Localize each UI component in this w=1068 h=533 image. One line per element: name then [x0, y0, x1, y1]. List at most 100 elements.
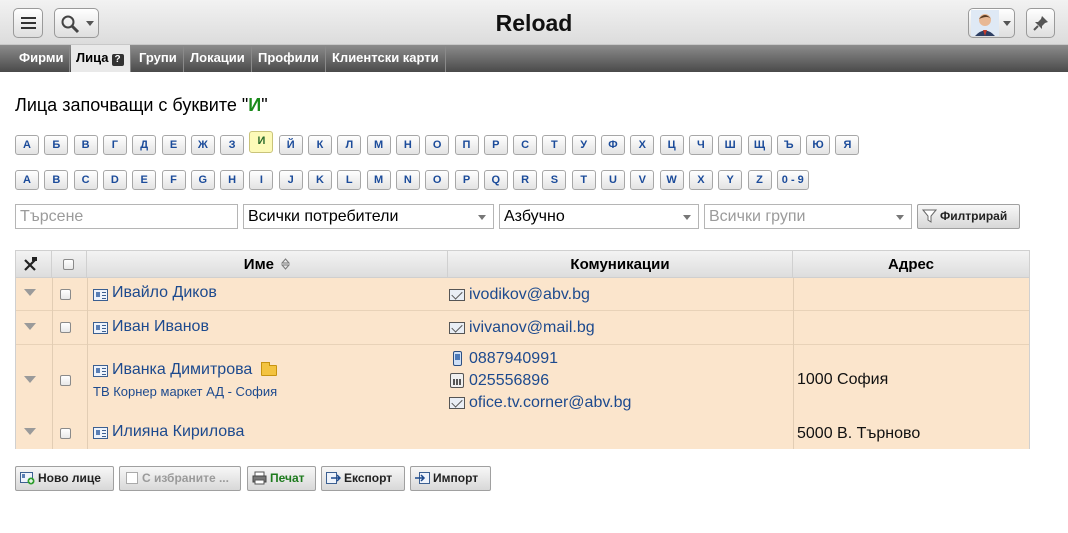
letter-filter-button[interactable]: G: [190, 170, 215, 190]
letter-filter-button[interactable]: P: [454, 170, 479, 190]
letter-filter-button[interactable]: S: [542, 170, 567, 190]
tab-client-cards[interactable]: Клиентски карти: [327, 45, 446, 72]
tab-locations[interactable]: Локации: [185, 45, 252, 72]
letter-filter-button[interactable]: M: [366, 170, 391, 190]
letter-filter-button[interactable]: Ч: [688, 135, 713, 155]
letter-filter-button[interactable]: И: [249, 131, 274, 153]
letter-filter-button[interactable]: E: [132, 170, 157, 190]
tab-persons[interactable]: Лица?: [71, 45, 131, 72]
letter-filter-button[interactable]: W: [659, 170, 684, 190]
search-input[interactable]: Търсене: [15, 204, 238, 229]
letter-filter-button[interactable]: V: [630, 170, 655, 190]
pin-button[interactable]: [1026, 8, 1055, 38]
import-button[interactable]: Импорт: [410, 466, 491, 491]
expand-row-icon[interactable]: [24, 323, 36, 330]
tab-groups[interactable]: Групи: [134, 45, 184, 72]
letter-filter-button[interactable]: Е: [161, 135, 186, 155]
letter-filter-button[interactable]: D: [102, 170, 127, 190]
email-link[interactable]: ivivanov@mail.bg: [469, 319, 595, 337]
letter-filter-button[interactable]: С: [513, 135, 538, 155]
person-name-link[interactable]: Иван Иванов: [112, 318, 209, 336]
print-button[interactable]: Печат: [247, 466, 316, 491]
letter-filter-button[interactable]: K: [308, 170, 332, 190]
row-checkbox[interactable]: [60, 289, 71, 300]
expand-row-icon[interactable]: [24, 428, 36, 435]
letter-filter-button[interactable]: Z: [747, 170, 772, 190]
mobile-phone-link[interactable]: 0887940991: [469, 350, 558, 368]
letter-filter-button[interactable]: Л: [337, 135, 362, 155]
row-checkbox[interactable]: [60, 375, 71, 386]
company-link[interactable]: ТВ Корнер маркет АД - София: [93, 384, 277, 399]
letter-filter-button[interactable]: В: [73, 135, 98, 155]
letter-filter-button[interactable]: J: [278, 170, 303, 190]
letter-filter-button[interactable]: U: [601, 170, 625, 190]
letter-filter-button[interactable]: Ф: [601, 135, 625, 155]
letter-filter-button[interactable]: A: [15, 170, 39, 190]
groups-select[interactable]: Всички групи: [704, 204, 912, 229]
letter-filter-button[interactable]: L: [337, 170, 362, 190]
select-all-checkbox[interactable]: [63, 259, 74, 270]
letter-filter-button[interactable]: B: [44, 170, 69, 190]
letter-filter-button[interactable]: Д: [132, 135, 157, 155]
letter-filter-button[interactable]: I: [249, 170, 274, 190]
letter-filter-button[interactable]: T: [571, 170, 596, 190]
email-link[interactable]: ofice.tv.corner@abv.bg: [469, 394, 631, 412]
letter-filter-button[interactable]: Я: [835, 135, 860, 155]
tools-header[interactable]: [16, 251, 52, 278]
users-select[interactable]: Всички потребители: [243, 204, 494, 229]
tab-profiles[interactable]: Профили: [253, 45, 326, 72]
name-column-header[interactable]: Име: [87, 251, 448, 278]
letter-filter-button[interactable]: Б: [44, 135, 69, 155]
table-row[interactable]: Иванка Димитрова ТВ Корнер маркет АД - С…: [16, 345, 1029, 417]
letter-filter-button[interactable]: Ж: [190, 135, 215, 155]
letter-filter-button[interactable]: Й: [278, 135, 303, 155]
letter-filter-button[interactable]: З: [220, 135, 245, 155]
person-name-link[interactable]: Ивайло Диков: [112, 284, 217, 302]
letter-filter-button[interactable]: C: [73, 170, 98, 190]
email-link[interactable]: ivodikov@abv.bg: [469, 286, 590, 304]
filter-button[interactable]: Филтрирай: [917, 204, 1020, 229]
expand-row-icon[interactable]: [24, 376, 36, 383]
letter-filter-button[interactable]: Г: [102, 135, 127, 155]
row-checkbox[interactable]: [60, 322, 71, 333]
expand-row-icon[interactable]: [24, 289, 36, 296]
letter-filter-button[interactable]: Ш: [718, 135, 743, 155]
letter-filter-button[interactable]: R: [513, 170, 538, 190]
letter-filter-button[interactable]: У: [571, 135, 596, 155]
landline-phone-link[interactable]: 025556896: [469, 372, 549, 390]
row-checkbox[interactable]: [60, 428, 71, 439]
letter-filter-button[interactable]: О: [425, 135, 450, 155]
user-menu-button[interactable]: [968, 8, 1015, 38]
letter-filter-button[interactable]: H: [220, 170, 245, 190]
letter-filter-button[interactable]: Q: [483, 170, 508, 190]
letter-filter-button[interactable]: Ц: [659, 135, 684, 155]
letter-filter-button[interactable]: Ъ: [776, 135, 801, 155]
table-row[interactable]: Илияна Кирилова 5000 В. Търново: [16, 417, 1029, 449]
person-name-link[interactable]: Илияна Кирилова: [112, 423, 244, 441]
letter-filter-button[interactable]: П: [454, 135, 479, 155]
letter-filter-button[interactable]: К: [308, 135, 332, 155]
letter-filter-button[interactable]: Н: [395, 135, 420, 155]
letter-filter-button[interactable]: А: [15, 135, 39, 155]
folder-icon[interactable]: [261, 362, 277, 376]
with-selected-button[interactable]: С избраните ...: [119, 466, 241, 491]
letter-filter-button[interactable]: F: [161, 170, 186, 190]
letter-filter-button[interactable]: Щ: [747, 135, 772, 155]
letter-filter-button[interactable]: Ю: [806, 135, 831, 155]
table-row[interactable]: Иван Иванов ivivanov@mail.bg: [16, 311, 1029, 345]
letter-filter-button[interactable]: М: [366, 135, 391, 155]
letter-filter-button[interactable]: Т: [542, 135, 567, 155]
export-button[interactable]: Експорт: [321, 466, 405, 491]
letter-filter-button[interactable]: N: [395, 170, 420, 190]
help-icon[interactable]: ?: [111, 54, 124, 66]
letter-filter-button[interactable]: Y: [718, 170, 743, 190]
table-row[interactable]: Ивайло Диков ivodikov@abv.bg: [16, 278, 1029, 311]
person-name-link[interactable]: Иванка Димитрова: [112, 361, 252, 379]
tab-companies[interactable]: Фирми: [14, 45, 71, 72]
letter-filter-button[interactable]: Х: [630, 135, 655, 155]
letter-filter-button[interactable]: X: [688, 170, 713, 190]
sort-select[interactable]: Азбучно: [499, 204, 699, 229]
letter-filter-button[interactable]: 0 - 9: [776, 170, 809, 190]
new-person-button[interactable]: Ново лице: [15, 466, 114, 491]
letter-filter-button[interactable]: O: [425, 170, 450, 190]
